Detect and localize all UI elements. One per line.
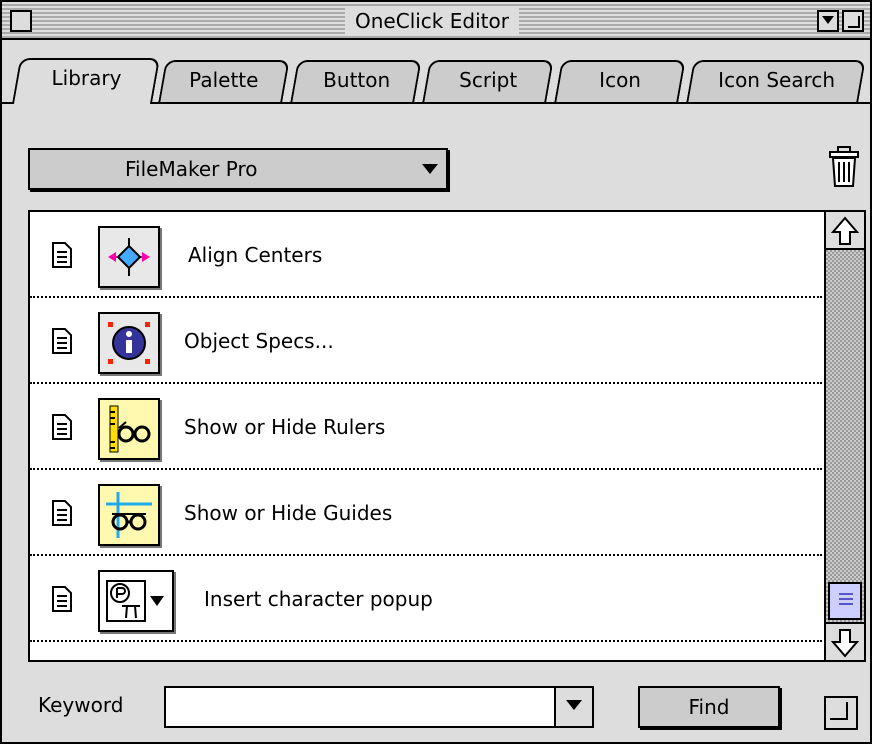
list-item[interactable]: Insert character popup [30,556,822,642]
character-popup-icon [106,580,164,622]
document-icon [52,242,72,268]
list-item[interactable]: Object Specs... [30,298,822,384]
tab-icon-search[interactable]: Icon Search [686,60,866,102]
list-item[interactable]: Show or Hide Guides [30,470,822,556]
close-box[interactable] [10,10,32,32]
button-name: Show or Hide Guides [184,501,393,525]
guides-glasses-icon [106,492,152,538]
tab-button[interactable]: Button [290,60,422,102]
rulers-glasses-icon [109,405,151,453]
arrow-down-icon [830,629,860,658]
window-title: OneClick Editor [345,6,519,36]
tab-palette-label: Palette [189,68,259,92]
align-centers-icon [108,238,150,276]
tab-library[interactable]: Library [11,58,161,104]
tab-palette[interactable]: Palette [158,60,290,102]
document-icon [52,586,72,612]
tab-bar: Library Palette Button Script Icon Icon … [10,58,866,104]
grow-box[interactable] [824,696,858,730]
tab-button-label: Button [322,68,390,92]
find-button[interactable]: Find [638,686,780,728]
document-icon [52,414,72,440]
vertical-scrollbar[interactable] [824,212,864,660]
list-item[interactable]: Align Centers [30,212,822,298]
document-icon [52,328,72,354]
library-dropdown-value: FileMaker Pro [125,157,258,181]
button-name: Align Centers [188,243,323,267]
button-name: Show or Hide Rulers [184,415,386,439]
button-preview[interactable] [98,226,160,288]
tab-library-label: Library [51,66,122,90]
scroll-down-button[interactable] [826,622,864,660]
button-preview[interactable] [98,570,174,632]
trash-icon[interactable] [828,146,860,188]
collapse-box[interactable] [817,10,839,32]
scroll-up-button[interactable] [826,212,864,250]
keyword-label: Keyword [38,693,124,717]
keyword-input[interactable] [164,686,594,728]
list-item[interactable]: Show or Hide Rulers [30,384,822,470]
tab-icon[interactable]: Icon [554,60,686,102]
oneclick-editor-window: OneClick Editor Library Palette Button S… [0,0,872,744]
tab-script-label: Script [459,68,518,92]
title-bar[interactable]: OneClick Editor [2,2,870,40]
scroll-thumb[interactable] [828,582,862,620]
button-preview[interactable] [98,484,160,546]
tab-icon-label: Icon [599,68,642,92]
dropdown-arrow-icon [422,164,438,174]
button-library-list[interactable]: Align Centers Object Specs... Show or Hi… [28,210,866,662]
library-dropdown[interactable]: FileMaker Pro [28,148,448,190]
document-icon [52,500,72,526]
tab-icon-search-label: Icon Search [717,68,835,92]
button-name: Insert character popup [204,587,433,611]
zoom-box[interactable] [842,10,864,32]
button-name: Object Specs... [184,329,334,353]
button-preview[interactable] [98,312,160,374]
tab-script[interactable]: Script [422,60,554,102]
info-icon [108,322,150,364]
keyword-history-dropdown[interactable] [554,688,592,726]
arrow-up-icon [830,216,860,245]
button-preview[interactable] [98,398,160,460]
